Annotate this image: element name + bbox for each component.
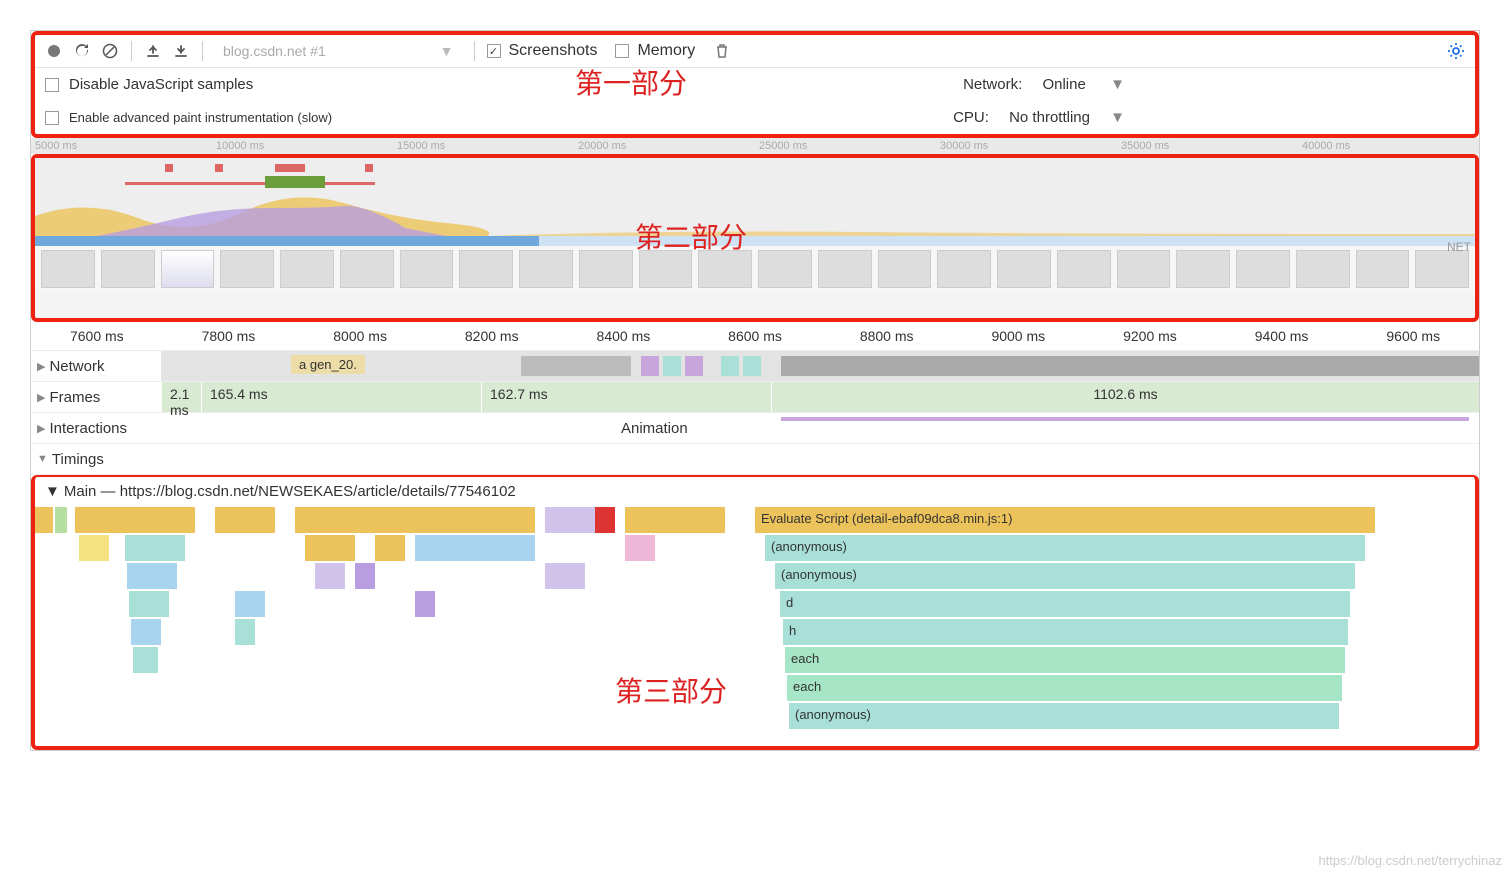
flame-block[interactable] [315,563,345,589]
options-row-2: Enable advanced paint instrumentation (s… [35,101,1475,134]
frame-block[interactable]: 162.7 ms [481,382,771,412]
flame-block[interactable] [235,619,255,645]
profile-dropdown[interactable]: blog.csdn.net #1 ▼ [215,41,462,61]
chevron-right-icon: ▶ [37,391,45,404]
network-lane[interactable]: ▶Network a gen_20. [31,350,1479,381]
animation-bar[interactable] [781,417,1469,421]
flame-block[interactable] [545,507,595,533]
network-file[interactable]: a gen_20. [291,355,365,374]
overview-section: FPS CPU NET 第二部分 [31,154,1479,322]
memory-checkbox[interactable]: Memory [615,42,695,60]
flame-block[interactable] [129,591,169,617]
flame-block[interactable] [355,563,375,589]
interactions-lane[interactable]: ▶Interactions Animation [31,412,1479,443]
main-thread-label[interactable]: ▼Main — https://blog.csdn.net/NEWSEKAES/… [35,477,1475,506]
record-icon[interactable] [45,42,63,60]
enable-paint-checkbox[interactable]: Enable advanced paint instrumentation (s… [45,110,332,125]
flame-block[interactable] [55,507,67,533]
flame-block[interactable] [415,535,535,561]
clear-icon[interactable] [101,42,119,60]
flame-block[interactable] [131,619,161,645]
flame-block[interactable] [79,535,109,561]
chevron-right-icon: ▶ [37,360,45,373]
flame-block[interactable] [215,507,275,533]
disable-js-checkbox[interactable]: Disable JavaScript samples [45,76,253,93]
timeline-ruler[interactable]: 7600 ms7800 ms8000 ms8200 ms8400 ms8600 … [31,322,1479,350]
timings-lane[interactable]: ▼Timings [31,443,1479,475]
chevron-down-icon: ▼ [45,483,60,500]
animation-label: Animation [621,420,688,437]
options-row-1: Disable JavaScript samples 第一部分 Network:… [35,68,1475,101]
flame-chart[interactable]: Evaluate Script (detail-ebaf09dca8.min.j… [35,506,1475,746]
frame-block[interactable]: 1102.6 ms [771,382,1479,412]
garbage-icon[interactable] [713,42,731,60]
annotation-part1: 第一部分 [575,62,687,102]
flame-block[interactable]: each [785,647,1345,673]
flame-block[interactable] [415,591,435,617]
toolbar: blog.csdn.net #1 ▼ ✓Screenshots Memory [35,35,1475,68]
load-profile-icon[interactable] [144,42,162,60]
flame-block[interactable]: h [783,619,1348,645]
flame-block[interactable] [127,563,177,589]
cpu-throttle[interactable]: CPU: No throttling ▼ [953,109,1125,126]
flame-block[interactable]: d [780,591,1350,617]
chevron-down-icon: ▼ [37,453,48,465]
flame-block[interactable]: each [787,675,1342,701]
flame-block[interactable] [375,535,405,561]
flame-block[interactable]: (anonymous) [789,703,1339,729]
screenshots-checkbox[interactable]: ✓Screenshots [487,42,598,60]
frames-lane[interactable]: ▶Frames 2.1 ms 165.4 ms 162.7 ms 1102.6 … [31,381,1479,412]
flame-block[interactable] [75,507,195,533]
fps-chart [35,158,1475,188]
save-profile-icon[interactable] [172,42,190,60]
flame-block[interactable]: (anonymous) [775,563,1355,589]
overview-ruler[interactable]: 5000 ms10000 ms15000 ms20000 ms25000 ms3… [31,138,1479,154]
watermark: https://blog.csdn.net/terrychinaz [1318,853,1502,868]
frame-block[interactable]: 165.4 ms [201,382,481,412]
flame-block[interactable] [625,535,655,561]
chevron-right-icon: ▶ [37,422,45,435]
flame-block[interactable]: (anonymous) [765,535,1365,561]
cpu-chart [35,188,1475,236]
flame-block[interactable]: Evaluate Script (detail-ebaf09dca8.min.j… [755,507,1375,533]
overview-pane[interactable]: FPS CPU NET 第二部分 [35,158,1475,318]
main-section: ▼Main — https://blog.csdn.net/NEWSEKAES/… [31,475,1479,750]
settings-icon[interactable] [1447,42,1465,60]
flame-block[interactable] [595,507,615,533]
flame-block[interactable] [133,647,158,673]
network-throttle[interactable]: Network: Online ▼ [963,76,1125,93]
screenshot-filmstrip[interactable] [35,246,1475,292]
reload-icon[interactable] [73,42,91,60]
flame-block[interactable] [625,507,725,533]
controls-section: blog.csdn.net #1 ▼ ✓Screenshots Memory D… [31,31,1479,138]
frame-block[interactable]: 2.1 ms [161,382,201,412]
flame-block[interactable] [125,535,185,561]
flame-block[interactable] [295,507,535,533]
flame-block[interactable] [545,563,585,589]
flame-block[interactable] [35,507,53,533]
flame-block[interactable] [235,591,265,617]
flame-block[interactable] [305,535,355,561]
net-chart [35,236,1475,246]
